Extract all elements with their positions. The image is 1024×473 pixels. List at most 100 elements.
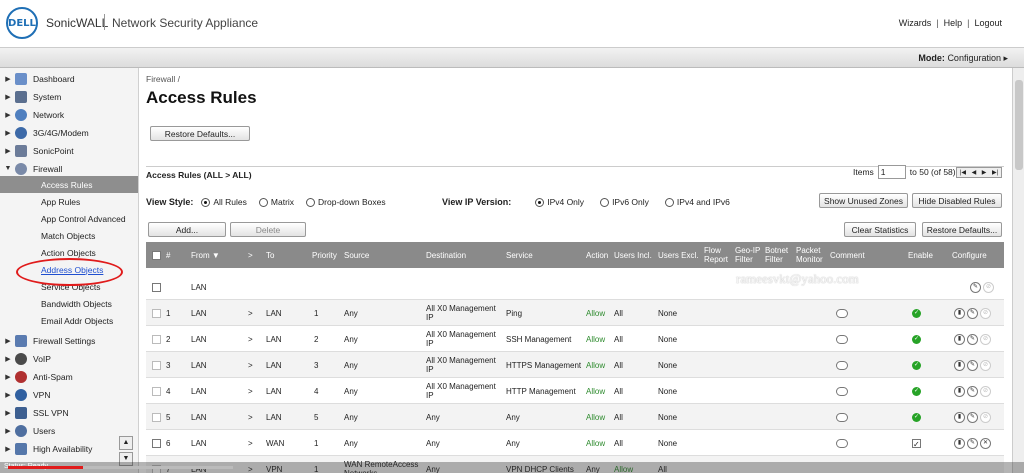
table-row[interactable]: 2 LAN > LAN 2 Any All X0 Management IP S… <box>146 326 1004 352</box>
edit-icon[interactable]: ✎ <box>967 359 978 371</box>
expand-arrow-icon[interactable]: ▶ <box>3 445 13 453</box>
sidebar-item-firewall-settings[interactable]: ▶ Firewall Settings <box>0 332 138 349</box>
delete-icon[interactable]: ⊘ <box>983 281 994 293</box>
delete-icon[interactable]: ⊘ <box>980 411 991 423</box>
ipv6-only-radio[interactable] <box>600 197 610 207</box>
sidebar-item-system[interactable]: ▶ System <box>0 88 138 105</box>
expand-arrow-icon[interactable]: ▶ <box>3 373 13 381</box>
table-row[interactable]: 1 LAN > LAN 1 Any All X0 Management IP P… <box>146 300 1004 326</box>
next-page-icon[interactable]: ▶ <box>982 169 987 176</box>
view-dropdown-radio[interactable] <box>306 197 316 207</box>
enable-check-icon[interactable]: ✓ <box>912 300 921 326</box>
sidebar-item-network[interactable]: ▶ Network <box>0 106 138 123</box>
items-start-input[interactable]: 1 <box>877 165 906 179</box>
page-scrollbar[interactable] <box>1012 68 1024 473</box>
sidebar-sub-bandwidth-objects[interactable]: Bandwidth Objects <box>0 295 138 312</box>
edit-icon[interactable]: ✎ <box>970 281 981 293</box>
edit-icon[interactable]: ✎ <box>967 307 978 319</box>
hide-disabled-rules-button[interactable]: Hide Disabled Rules <box>912 193 1002 208</box>
enable-check-icon[interactable]: ✓ <box>912 326 921 352</box>
sidebar-item-sonicpoint[interactable]: ▶ SonicPoint <box>0 142 138 159</box>
breadcrumb[interactable]: Firewall / <box>146 74 180 84</box>
expand-arrow-icon[interactable]: ▶ <box>3 129 13 137</box>
first-page-icon[interactable]: |◀ <box>960 169 966 176</box>
table-row[interactable]: 5 LAN > LAN 5 Any Any Any Allow All None… <box>146 404 1004 430</box>
stats-icon[interactable]: ▮ <box>954 385 965 397</box>
edit-icon[interactable]: ✎ <box>967 437 978 449</box>
sidebar-item-anti-spam[interactable]: ▶ Anti-Spam <box>0 368 138 385</box>
stats-icon[interactable]: ▮ <box>954 333 965 345</box>
delete-button[interactable]: Delete <box>230 222 306 237</box>
group-checkbox[interactable] <box>152 274 161 300</box>
prev-page-icon[interactable]: ◀ <box>972 169 977 176</box>
row-checkbox[interactable] <box>152 352 161 378</box>
expand-arrow-icon[interactable]: ▶ <box>3 75 13 83</box>
ipv4-only-radio[interactable] <box>535 197 545 207</box>
view-matrix-radio[interactable] <box>258 197 268 207</box>
sidebar-item-vpn[interactable]: ▶ VPN <box>0 386 138 403</box>
stats-icon[interactable]: ▮ <box>954 307 965 319</box>
comment-icon[interactable] <box>836 430 848 456</box>
page-nav[interactable]: |◀ ◀ ▶ ▶| <box>956 167 1002 178</box>
mode-selector[interactable]: Mode: Configuration ▸ <box>918 53 1008 64</box>
table-row[interactable]: 3 LAN > LAN 3 Any All X0 Management IP H… <box>146 352 1004 378</box>
enable-check-icon[interactable]: ✓ <box>912 378 921 404</box>
table-group-row[interactable]: LAN ✎ ⊘ <box>146 274 1004 300</box>
expand-arrow-icon[interactable]: ▶ <box>3 409 13 417</box>
row-checkbox[interactable] <box>152 430 161 456</box>
enable-checkbox[interactable]: ✓ <box>912 430 921 456</box>
delete-icon[interactable]: ✕ <box>980 437 991 449</box>
table-row[interactable]: 4 LAN > LAN 4 Any All X0 Management IP H… <box>146 378 1004 404</box>
stats-icon[interactable]: ▮ <box>954 437 965 449</box>
show-unused-zones-button[interactable]: Show Unused Zones <box>819 193 908 208</box>
stats-icon[interactable]: ▮ <box>954 411 965 423</box>
col-from[interactable]: From ▼ <box>191 242 220 268</box>
sidebar-item-modem[interactable]: ▶ 3G/4G/Modem <box>0 124 138 141</box>
enable-check-icon[interactable]: ✓ <box>912 352 921 378</box>
restore-defaults-button[interactable]: Restore Defaults... <box>922 222 1002 237</box>
wizards-link[interactable]: Wizards <box>899 18 932 28</box>
expand-arrow-icon[interactable]: ▶ <box>3 337 13 345</box>
comment-icon[interactable] <box>836 378 848 404</box>
delete-icon[interactable]: ⊘ <box>980 307 991 319</box>
expand-arrow-icon[interactable]: ▶ <box>3 355 13 363</box>
comment-icon[interactable] <box>836 352 848 378</box>
edit-icon[interactable]: ✎ <box>967 411 978 423</box>
edit-icon[interactable]: ✎ <box>967 385 978 397</box>
comment-icon[interactable] <box>836 300 848 326</box>
edit-icon[interactable]: ✎ <box>967 333 978 345</box>
sidebar-sub-match-objects[interactable]: Match Objects <box>0 227 138 244</box>
stats-icon[interactable]: ▮ <box>954 359 965 371</box>
comment-icon[interactable] <box>836 326 848 352</box>
expand-arrow-icon[interactable]: ▶ <box>3 147 13 155</box>
help-link[interactable]: Help <box>944 18 963 28</box>
sidebar-item-firewall[interactable]: ▼ Firewall <box>0 160 138 177</box>
expand-arrow-icon[interactable]: ▶ <box>3 111 13 119</box>
comment-icon[interactable] <box>836 404 848 430</box>
sidebar-item-dashboard[interactable]: ▶ Dashboard <box>0 70 138 87</box>
collapse-arrow-icon[interactable]: ▼ <box>3 165 13 172</box>
scrollbar-thumb[interactable] <box>1015 80 1023 170</box>
select-all-checkbox[interactable] <box>152 242 161 268</box>
row-checkbox[interactable] <box>152 326 161 352</box>
restore-defaults-top-button[interactable]: Restore Defaults... <box>150 126 250 141</box>
row-checkbox[interactable] <box>152 404 161 430</box>
sidebar-sub-app-rules[interactable]: App Rules <box>0 193 138 210</box>
view-all-rules-radio[interactable] <box>201 197 211 207</box>
expand-arrow-icon[interactable]: ▶ <box>3 391 13 399</box>
enable-check-icon[interactable]: ✓ <box>912 404 921 430</box>
row-checkbox[interactable] <box>152 300 161 326</box>
delete-icon[interactable]: ⊘ <box>980 359 991 371</box>
sidebar-item-voip[interactable]: ▶ VoIP <box>0 350 138 367</box>
table-row[interactable]: 6 LAN > WAN 1 Any Any Any Allow All None… <box>146 430 1004 456</box>
sidebar-item-ssl-vpn[interactable]: ▶ SSL VPN <box>0 404 138 421</box>
sidebar-sub-email-addr-objects[interactable]: Email Addr Objects <box>0 312 138 329</box>
sidebar-sub-app-control-advanced[interactable]: App Control Advanced <box>0 210 138 227</box>
row-checkbox[interactable] <box>152 378 161 404</box>
sidebar-sub-access-rules[interactable]: Access Rules <box>0 176 138 193</box>
expand-arrow-icon[interactable]: ▶ <box>3 427 13 435</box>
ipv4-ipv6-radio[interactable] <box>664 197 674 207</box>
clear-statistics-button[interactable]: Clear Statistics <box>844 222 916 237</box>
sidebar-scroll-up-icon[interactable]: ▲ <box>119 436 133 450</box>
add-button[interactable]: Add... <box>148 222 226 237</box>
